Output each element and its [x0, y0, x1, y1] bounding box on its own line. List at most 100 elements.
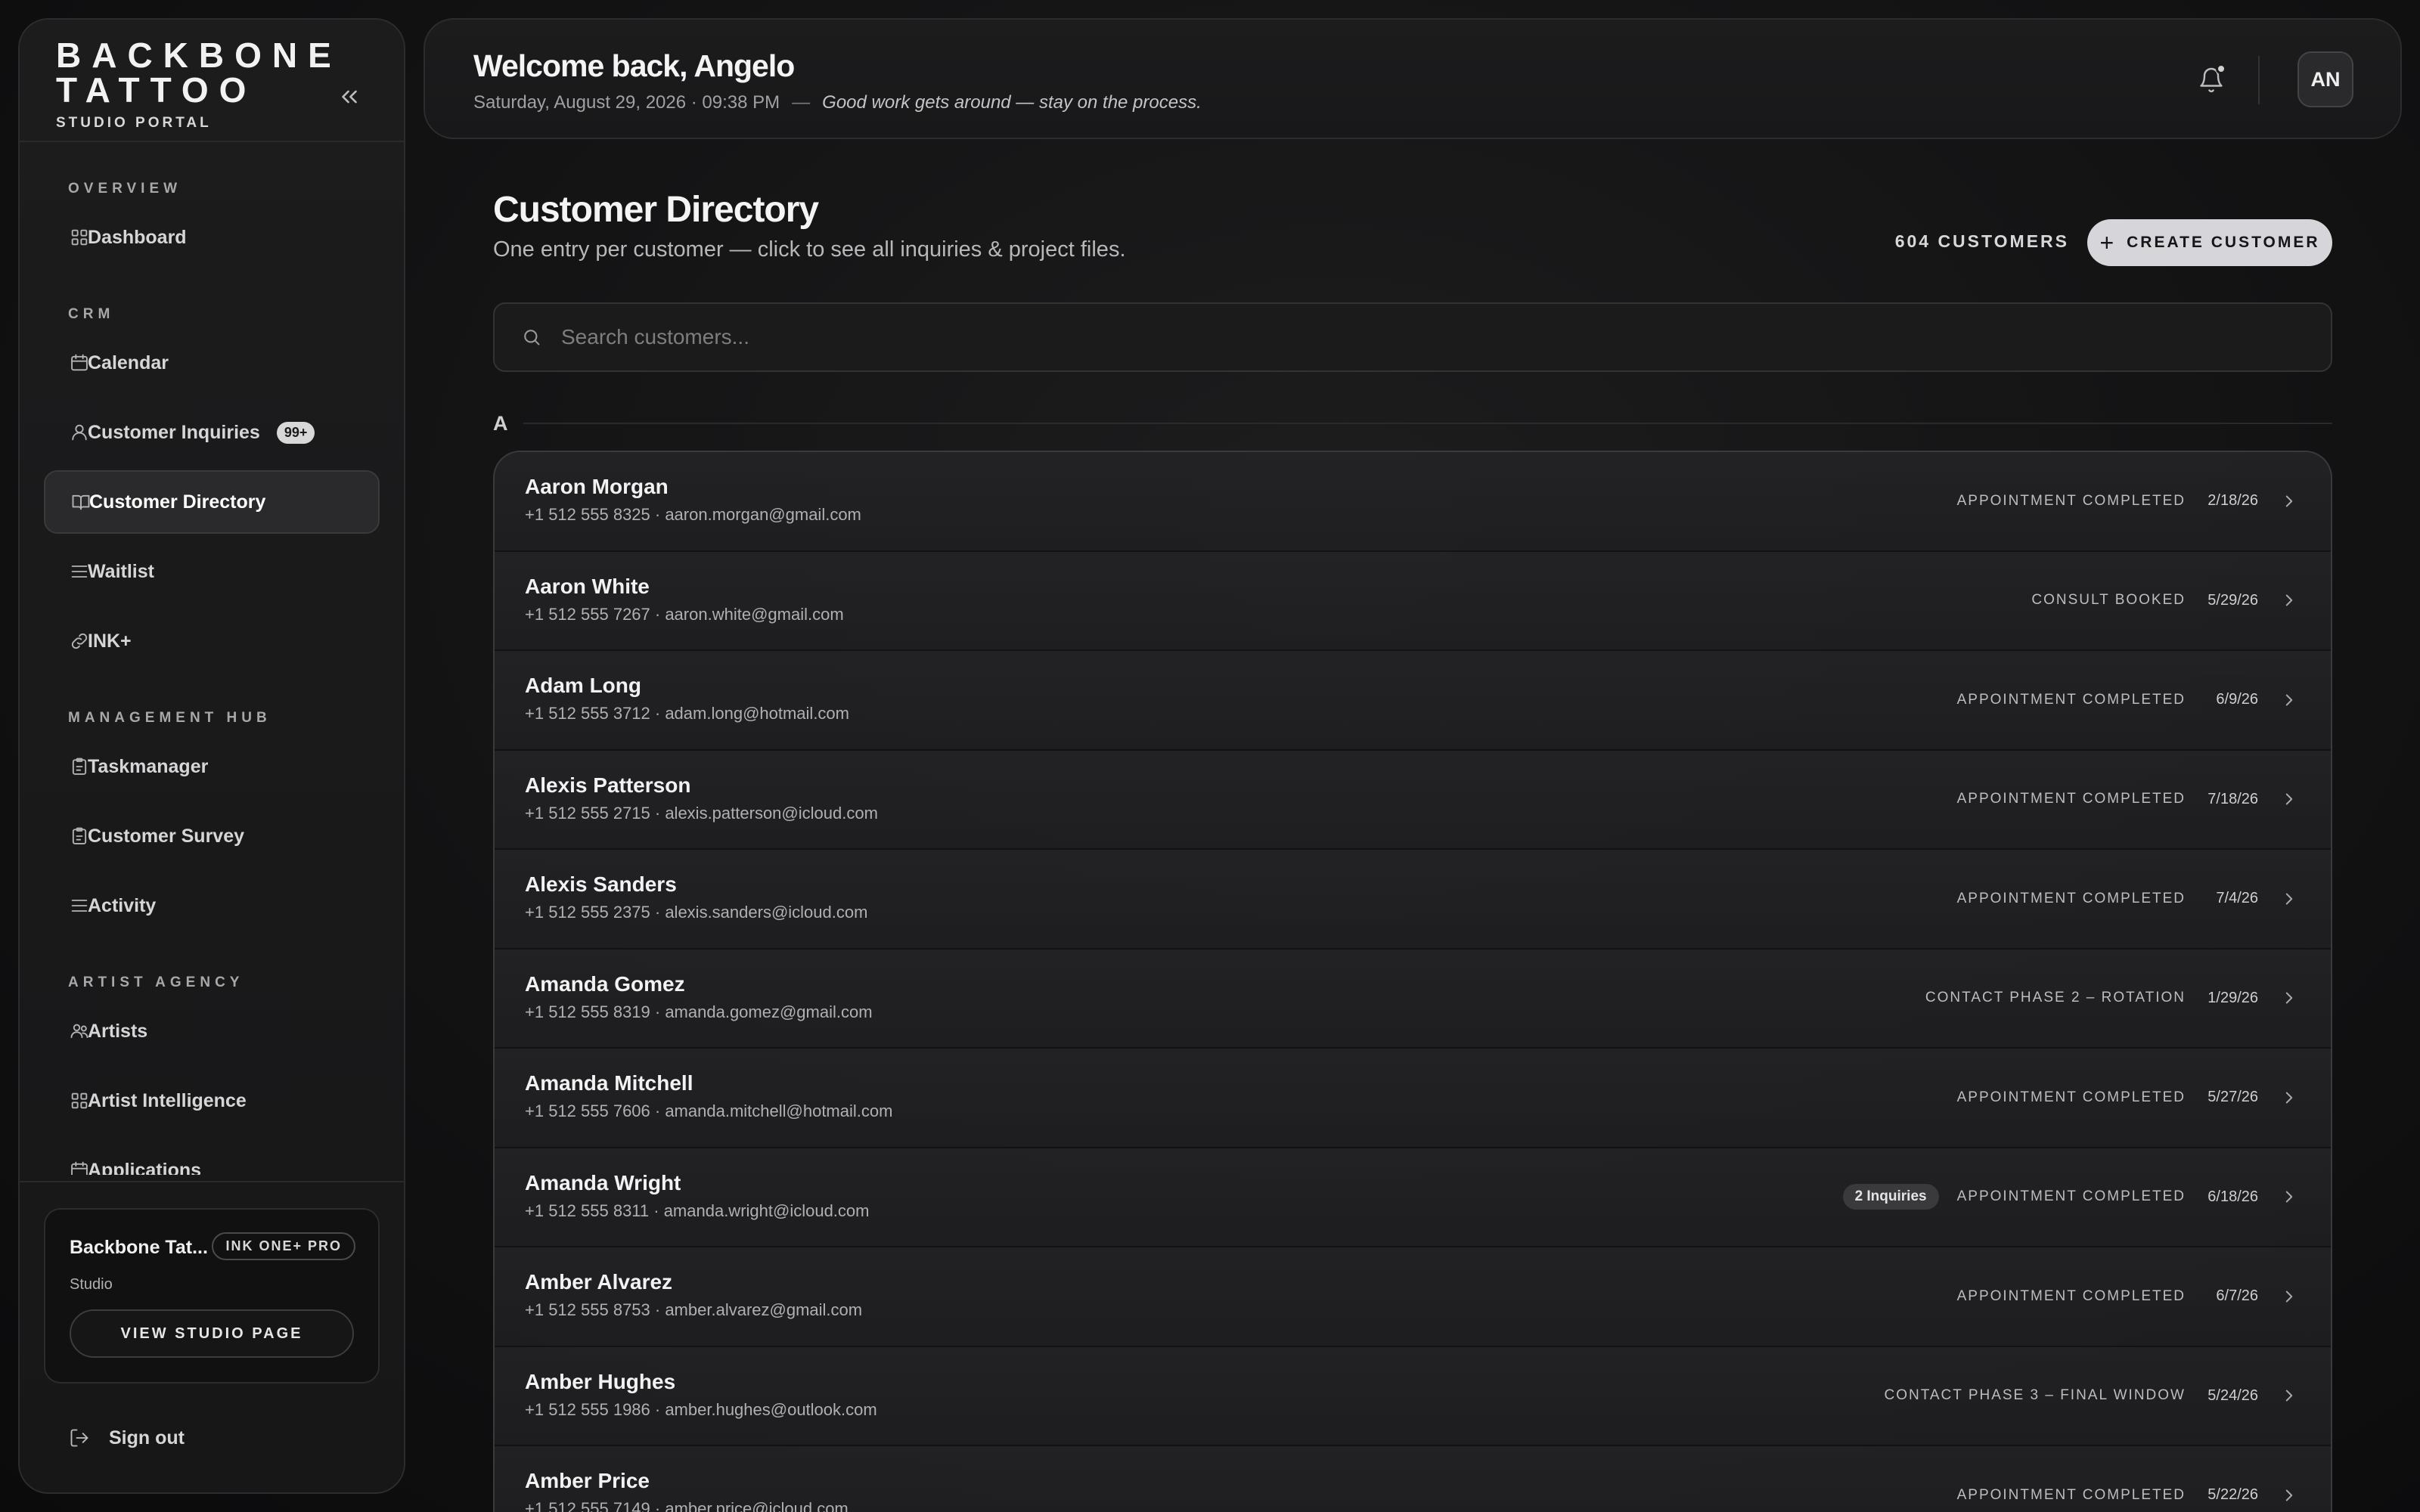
brand-subtitle: STUDIO PORTAL: [56, 115, 212, 131]
customer-date: 2/18/26: [2207, 492, 2258, 510]
customer-meta: APPOINTMENT COMPLETED 6/7/26: [1957, 1285, 2301, 1308]
customer-meta: CONTACT PHASE 3 – FINAL WINDOW 5/24/26: [1884, 1384, 2301, 1407]
customer-contact: +1 512 555 2715 · alexis.patterson@iclou…: [525, 803, 878, 823]
customer-date: 1/29/26: [2207, 989, 2258, 1006]
sidebar-item-applications[interactable]: Applications: [44, 1139, 380, 1175]
customer-meta: CONTACT PHASE 2 – ROTATION 1/29/26: [1925, 987, 2301, 1009]
customer-row[interactable]: Amanda Wright +1 512 555 8311 · amanda.wr…: [495, 1148, 2331, 1247]
customer-row[interactable]: Adam Long +1 512 555 3712 · adam.long@hot…: [495, 651, 2331, 751]
user-avatar[interactable]: AN: [2297, 51, 2353, 107]
view-studio-page-button[interactable]: VIEW STUDIO PAGE: [70, 1309, 354, 1358]
link-icon: [68, 630, 91, 652]
chevron-right-icon: [2278, 1484, 2301, 1507]
nav-section-title: CRM: [68, 306, 115, 322]
sidebar-item-dashboard[interactable]: Dashboard: [44, 206, 380, 269]
customer-status: APPOINTMENT COMPLETED: [1956, 1188, 2186, 1205]
sidebar-item-calendar[interactable]: Calendar: [44, 331, 380, 395]
notifications-button[interactable]: [2193, 62, 2229, 98]
sidebar-item-label: Customer Directory: [89, 491, 266, 513]
plus-icon: +: [2099, 229, 2117, 256]
customer-date: 7/4/26: [2216, 890, 2258, 907]
chevron-right-icon: [2278, 1185, 2301, 1208]
sidebar-item-artists[interactable]: Artists: [44, 999, 380, 1063]
sidebar-nav: OVERVIEW Dashboard CRM Calendar Customer Inq…: [44, 178, 380, 1175]
sign-out-button[interactable]: Sign out: [68, 1421, 185, 1455]
search-bar[interactable]: [493, 302, 2332, 372]
calendar-icon: [68, 1159, 91, 1175]
sidebar-item-ink[interactable]: INK+: [44, 609, 380, 673]
sidebar-item-artist-intelligence[interactable]: Artist Intelligence: [44, 1069, 380, 1132]
page-subtitle: One entry per customer — click to see al…: [493, 237, 1126, 262]
nav-section-title: MANAGEMENT HUB: [68, 710, 271, 726]
sidebar-item-label: Artist Intelligence: [88, 1089, 247, 1111]
customer-status: APPOINTMENT COMPLETED: [1956, 1089, 2186, 1105]
create-customer-button[interactable]: + CREATE CUSTOMER: [2087, 219, 2332, 266]
customer-name: Amber Price: [525, 1469, 650, 1492]
customer-contact: +1 512 555 1986 · amber.hughes@outlook.c…: [525, 1399, 877, 1419]
double-chevron-left-icon: [342, 90, 357, 104]
sidebar-item-customer-directory[interactable]: Customer Directory: [44, 470, 380, 534]
studio-card: Backbone Tat... INK ONE+ PRO Studio VIEW…: [44, 1208, 380, 1383]
separator: —: [792, 92, 811, 113]
chevron-right-icon: [2278, 490, 2301, 513]
customer-date: 5/22/26: [2207, 1486, 2258, 1504]
customer-meta: 2 Inquiries APPOINTMENT COMPLETED 6/18/26: [1842, 1184, 2301, 1210]
customer-row[interactable]: Alexis Sanders +1 512 555 2375 · alexis.s…: [495, 850, 2331, 950]
welcome-title: Welcome back, Angelo: [473, 48, 795, 83]
sidebar-item-label: Calendar: [88, 352, 169, 373]
customer-contact: +1 512 555 7149 · amber.price@icloud.com: [525, 1499, 849, 1512]
customer-count: 604 CUSTOMERS: [1894, 231, 2069, 251]
customer-contact: +1 512 555 8319 · amanda.gomez@gmail.com: [525, 1002, 873, 1021]
customer-status: APPOINTMENT COMPLETED: [1956, 890, 2186, 906]
customer-date: 6/7/26: [2216, 1287, 2258, 1305]
customer-row[interactable]: Aaron Morgan +1 512 555 8325 · aaron.morg…: [495, 452, 2331, 552]
sidebar-item-customer-survey[interactable]: Customer Survey: [44, 804, 380, 868]
customer-name: Amber Alvarez: [525, 1270, 673, 1294]
chevron-right-icon: [2278, 1285, 2301, 1308]
customer-row[interactable]: Aaron White +1 512 555 7267 · aaron.white…: [495, 551, 2331, 651]
calendar-icon: [68, 352, 91, 374]
sidebar-item-waitlist[interactable]: Waitlist: [44, 540, 380, 603]
customer-name: Amanda Gomez: [525, 971, 685, 996]
customer-list: Aaron Morgan +1 512 555 8325 · aaron.morg…: [493, 451, 2332, 1512]
customer-row[interactable]: Amber Hughes +1 512 555 1986 · amber.hugh…: [495, 1346, 2331, 1446]
nav-section-title: OVERVIEW: [68, 181, 182, 197]
customer-row[interactable]: Amanda Mitchell +1 512 555 7606 · amanda.…: [495, 1049, 2331, 1148]
inquiries-badge: 2 Inquiries: [1842, 1184, 1939, 1210]
collapse-sidebar-button[interactable]: [334, 82, 365, 112]
customer-status: APPOINTMENT COMPLETED: [1956, 1486, 2186, 1503]
sidebar-item-customer-inquiries[interactable]: Customer Inquiries 99+: [44, 401, 380, 464]
sign-out-icon: [68, 1427, 91, 1449]
group-letter: A: [493, 411, 508, 435]
list-icon: [68, 560, 91, 583]
chevron-right-icon: [2278, 589, 2301, 612]
chevron-right-icon: [2278, 1384, 2301, 1407]
customer-status: APPOINTMENT COMPLETED: [1956, 791, 2186, 807]
sidebar-divider: [20, 141, 404, 142]
customer-meta: APPOINTMENT COMPLETED 5/27/26: [1957, 1086, 2301, 1109]
chevron-right-icon: [2278, 689, 2301, 711]
customer-contact: +1 512 555 8325 · aaron.morgan@gmail.com: [525, 505, 861, 524]
sidebar-item-label: Customer Survey: [88, 825, 245, 847]
customer-meta: APPOINTMENT COMPLETED 7/18/26: [1957, 788, 2301, 810]
customer-date: 5/29/26: [2207, 591, 2258, 609]
inquiries-count-badge: 99+: [276, 421, 315, 444]
customer-row[interactable]: Amber Price +1 512 555 7149 · amber.price…: [495, 1446, 2331, 1512]
search-input[interactable]: [561, 325, 2331, 349]
sidebar-item-taskmanager[interactable]: Taskmanager: [44, 735, 380, 798]
user-icon: [68, 421, 91, 444]
customer-row[interactable]: Amanda Gomez +1 512 555 8319 · amanda.gom…: [495, 949, 2331, 1049]
brand-logo[interactable]: BACKBONE TATTOO STUDIO PORTAL: [56, 38, 374, 144]
sidebar-item-label: Artists: [88, 1020, 148, 1042]
customer-row[interactable]: Alexis Patterson +1 512 555 2715 · alexis…: [495, 750, 2331, 850]
customer-contact: +1 512 555 8311 · amanda.wright@icloud.c…: [525, 1201, 870, 1220]
brand-line-2: TATTOO: [56, 70, 257, 110]
customer-row[interactable]: Amber Alvarez +1 512 555 8753 · amber.alv…: [495, 1247, 2331, 1347]
grid-icon: [68, 226, 91, 249]
sidebar-item-activity[interactable]: Activity: [44, 874, 380, 937]
customer-status: CONTACT PHASE 2 – ROTATION: [1925, 990, 2186, 1006]
grid-icon: [68, 1089, 91, 1112]
customer-contact: +1 512 555 7267 · aaron.white@gmail.com: [525, 604, 844, 624]
create-customer-label: CREATE CUSTOMER: [2127, 234, 2320, 251]
studio-name: Backbone Tat...: [70, 1237, 208, 1258]
